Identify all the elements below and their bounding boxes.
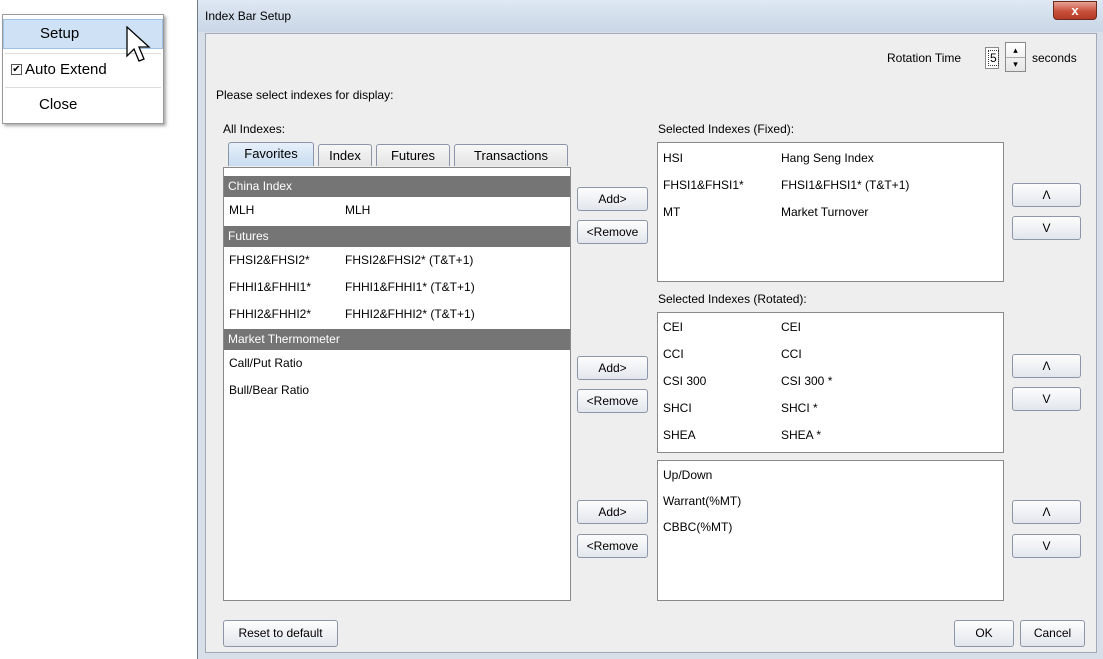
item-code: Up/Down: [663, 468, 713, 482]
item-name: MLH: [345, 203, 371, 217]
move-up-fixed-button[interactable]: Λ: [1012, 183, 1081, 207]
title-bar[interactable]: Index Bar Setup x: [198, 0, 1103, 32]
item-code: FHSI2&FHSI2*: [229, 253, 310, 267]
item-code: CEI: [663, 320, 684, 334]
spinner-down-icon[interactable]: ▾: [1006, 57, 1025, 71]
index-tabs: Favorites Index Futures Transactions: [228, 142, 570, 168]
rotation-time-spinner[interactable]: ▴ ▾: [1005, 42, 1026, 72]
remove-fixed-button[interactable]: <Remove: [577, 220, 648, 244]
tab-futures[interactable]: Futures: [376, 144, 450, 166]
item-code: Bull/Bear Ratio: [229, 383, 310, 397]
item-name: FHSI2&FHSI2* (T&T+1): [345, 253, 474, 267]
cancel-button[interactable]: Cancel: [1020, 620, 1085, 647]
list-item[interactable]: Call/Put Ratio: [224, 350, 570, 377]
close-icon[interactable]: x: [1053, 1, 1097, 20]
menu-separator: [5, 87, 161, 88]
checkbox-checked-icon[interactable]: ✔: [11, 64, 22, 75]
group-header: Futures: [224, 226, 570, 247]
dialog-content: Rotation Time 5 ▴ ▾ seconds Please selec…: [205, 33, 1097, 653]
item-name: Hang Seng Index: [781, 151, 874, 165]
list-item[interactable]: CSI 300 CSI 300 *: [658, 368, 1003, 395]
list-item[interactable]: Warrant(%MT): [658, 488, 1003, 515]
item-code: Warrant(%MT): [663, 494, 742, 508]
item-name: CEI: [781, 320, 802, 334]
list-item[interactable]: CEI CEI: [658, 314, 1003, 341]
list-item[interactable]: SHCI SHCI *: [658, 395, 1003, 422]
rotated-label: Selected Indexes (Rotated):: [658, 292, 807, 306]
item-code: CSI 300: [663, 374, 707, 388]
list-item[interactable]: CCI CCI: [658, 341, 1003, 368]
remove-rotated-button[interactable]: <Remove: [577, 389, 648, 413]
fixed-list[interactable]: HSI Hang Seng Index FHSI1&FHSI1* FHSI1&F…: [657, 142, 1004, 282]
item-name: SHEA *: [781, 428, 822, 442]
menu-item-setup-label: Setup: [40, 25, 80, 42]
remove-thermometer-button[interactable]: <Remove: [577, 534, 648, 558]
all-indexes-list[interactable]: China Index MLH MLH Futures FHSI2&FHSI2*…: [223, 167, 571, 601]
list-item[interactable]: FHSI1&FHSI1* FHSI1&FHSI1* (T&T+1): [658, 172, 1003, 199]
item-name: CSI 300 *: [781, 374, 833, 388]
item-code: Call/Put Ratio: [229, 356, 303, 370]
move-down-thermometer-button[interactable]: V: [1012, 534, 1081, 558]
list-item[interactable]: Up/Down: [658, 462, 1003, 489]
group-header: Market Thermometer: [224, 329, 570, 350]
all-indexes-label: All Indexes:: [223, 122, 286, 136]
item-code: FHHI2&FHHI2*: [229, 307, 312, 321]
item-name: Market Turnover: [781, 205, 869, 219]
rotation-time-input[interactable]: 5: [985, 47, 999, 69]
list-item[interactable]: SHEA SHEA *: [658, 422, 1003, 449]
rotation-time-label: Rotation Time: [887, 51, 962, 65]
tab-index[interactable]: Index: [318, 144, 372, 166]
move-down-rotated-button[interactable]: V: [1012, 387, 1081, 411]
group-header: China Index: [224, 176, 570, 197]
menu-item-auto-extend-label: Auto Extend: [25, 61, 107, 78]
item-name: FHHI2&FHHI2* (T&T+1): [345, 307, 475, 321]
item-code: CBBC(%MT): [663, 520, 733, 534]
item-code: MLH: [229, 203, 255, 217]
list-item[interactable]: Bull/Bear Ratio: [224, 377, 570, 404]
move-down-fixed-button[interactable]: V: [1012, 216, 1081, 240]
item-code: SHEA: [663, 428, 696, 442]
ok-button[interactable]: OK: [954, 620, 1014, 647]
item-name: CCI: [781, 347, 802, 361]
mouse-pointer-icon: [126, 26, 151, 62]
add-fixed-button[interactable]: Add>: [577, 187, 648, 211]
item-name: FHSI1&FHSI1* (T&T+1): [781, 178, 910, 192]
rotation-time-unit: seconds: [1032, 51, 1077, 65]
item-code: MT: [663, 205, 681, 219]
menu-item-close-label: Close: [39, 96, 78, 113]
item-code: CCI: [663, 347, 684, 361]
list-item[interactable]: MLH MLH: [224, 197, 570, 224]
spinner-up-icon[interactable]: ▴: [1006, 43, 1025, 58]
thermometer-list[interactable]: Up/Down Warrant(%MT) CBBC(%MT): [657, 460, 1004, 601]
move-up-thermometer-button[interactable]: Λ: [1012, 500, 1081, 524]
list-item[interactable]: HSI Hang Seng Index: [658, 145, 1003, 172]
item-name: FHHI1&FHHI1* (T&T+1): [345, 280, 475, 294]
item-code: SHCI: [663, 401, 692, 415]
list-item[interactable]: FHHI2&FHHI2* FHHI2&FHHI2* (T&T+1): [224, 301, 570, 328]
add-rotated-button[interactable]: Add>: [577, 356, 648, 380]
rotated-list[interactable]: CEI CEI CCI CCI CSI 300 CSI 300 * SHCI S…: [657, 312, 1004, 453]
item-code: HSI: [663, 151, 684, 165]
prompt-label: Please select indexes for display:: [216, 88, 394, 102]
item-code: FHHI1&FHHI1*: [229, 280, 312, 294]
tab-transactions[interactable]: Transactions: [454, 144, 568, 166]
item-code: FHSI1&FHSI1*: [663, 178, 744, 192]
menu-item-close[interactable]: Close: [3, 91, 163, 119]
rotation-time-value: 5: [988, 50, 999, 66]
reset-to-default-button[interactable]: Reset to default: [223, 620, 338, 647]
index-bar-setup-window: Index Bar Setup x Rotation Time 5 ▴ ▾ se…: [197, 0, 1103, 659]
list-item[interactable]: MT Market Turnover: [658, 199, 1003, 226]
move-up-rotated-button[interactable]: Λ: [1012, 354, 1081, 378]
window-title: Index Bar Setup: [205, 9, 292, 23]
tab-favorites[interactable]: Favorites: [228, 142, 314, 166]
add-thermometer-button[interactable]: Add>: [577, 500, 648, 524]
item-name: SHCI *: [781, 401, 818, 415]
list-item[interactable]: FHHI1&FHHI1* FHHI1&FHHI1* (T&T+1): [224, 274, 570, 301]
list-item[interactable]: FHSI2&FHSI2* FHSI2&FHSI2* (T&T+1): [224, 247, 570, 274]
fixed-label: Selected Indexes (Fixed):: [658, 122, 795, 136]
list-item[interactable]: CBBC(%MT): [658, 514, 1003, 541]
